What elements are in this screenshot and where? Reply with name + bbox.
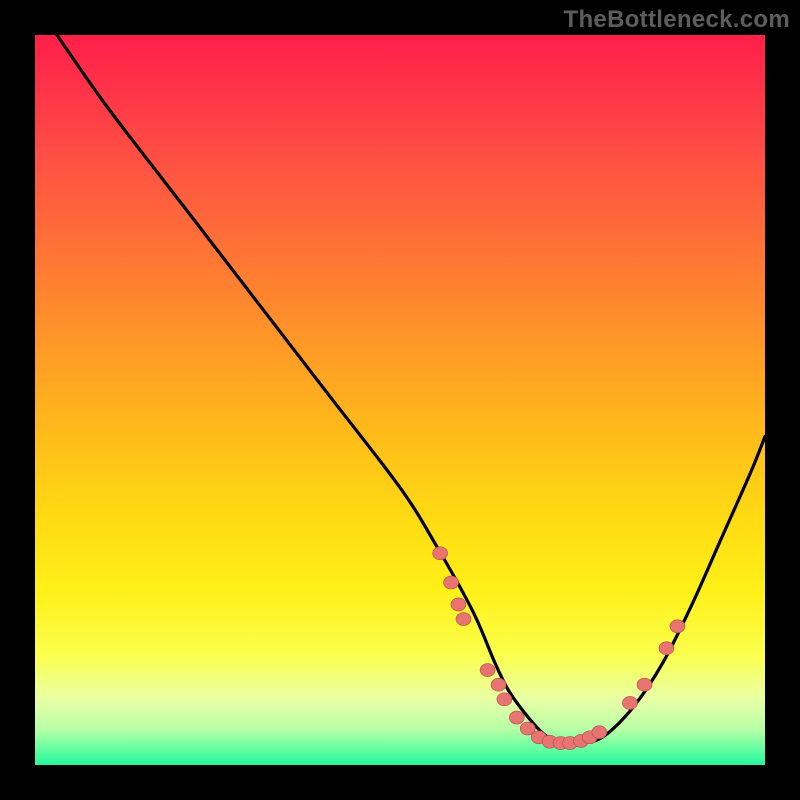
marker-pt-t <box>670 620 685 633</box>
bottleneck-curve <box>57 35 765 744</box>
marker-pt-f <box>491 678 506 691</box>
marker-pt-q <box>622 696 637 709</box>
marker-pt-e <box>480 664 495 677</box>
marker-pt-g <box>497 693 512 706</box>
marker-pt-b <box>444 576 459 589</box>
chart-frame: TheBottleneck.com <box>0 0 800 800</box>
curve-svg <box>35 35 765 765</box>
marker-pt-p <box>592 726 607 739</box>
watermark-text: TheBottleneck.com <box>564 6 790 34</box>
marker-pt-a <box>433 547 448 560</box>
plot-area <box>35 35 765 765</box>
marker-pt-d <box>456 613 471 626</box>
marker-pt-c <box>451 598 466 611</box>
data-markers <box>433 547 685 750</box>
marker-pt-s <box>659 642 674 655</box>
marker-pt-r <box>637 678 652 691</box>
marker-pt-h <box>509 711 524 724</box>
